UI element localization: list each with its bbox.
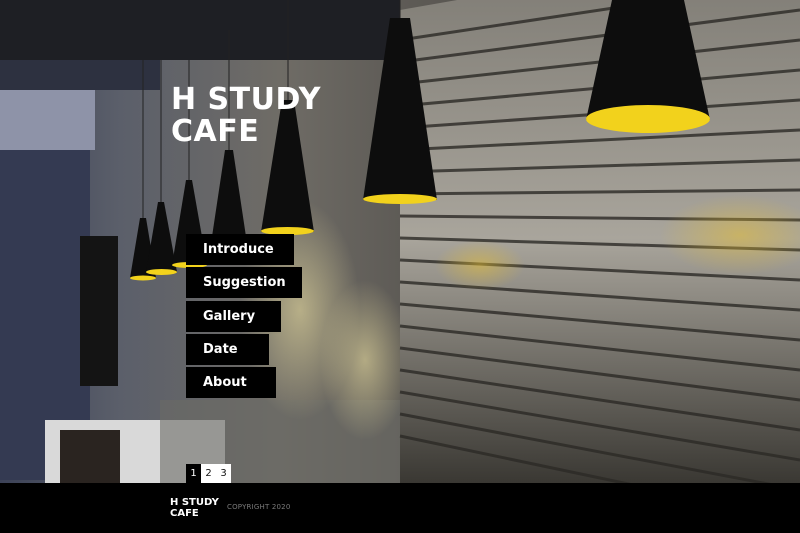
footer-logo-line-1: H STUDY	[170, 497, 219, 508]
menu-item-about[interactable]: About	[186, 367, 276, 398]
cafe-interior-photo	[0, 0, 800, 483]
copyright-text: COPYRIGHT 2020	[227, 503, 291, 511]
pager-page-3[interactable]: 3	[216, 464, 231, 483]
site-footer: H STUDY CAFE	[0, 483, 800, 533]
menu-item-suggestion[interactable]: Suggestion	[186, 267, 302, 298]
footer-logo-line-2: CAFE	[170, 508, 199, 519]
menu-item-date[interactable]: Date	[186, 334, 269, 365]
hero-banner	[0, 0, 800, 483]
logo-line-2: CAFE	[171, 114, 260, 149]
menu-item-gallery[interactable]: Gallery	[186, 301, 281, 332]
slide-pager: 1 2 3	[186, 464, 231, 483]
pager-page-1[interactable]: 1	[186, 464, 201, 483]
site-logo[interactable]: H STUDY CAFE	[171, 84, 321, 148]
menu-item-introduce[interactable]: Introduce	[186, 234, 294, 265]
footer-logo[interactable]: H STUDY CAFE	[170, 497, 219, 519]
logo-line-1: H STUDY	[171, 82, 321, 117]
pager-page-2[interactable]: 2	[201, 464, 216, 483]
